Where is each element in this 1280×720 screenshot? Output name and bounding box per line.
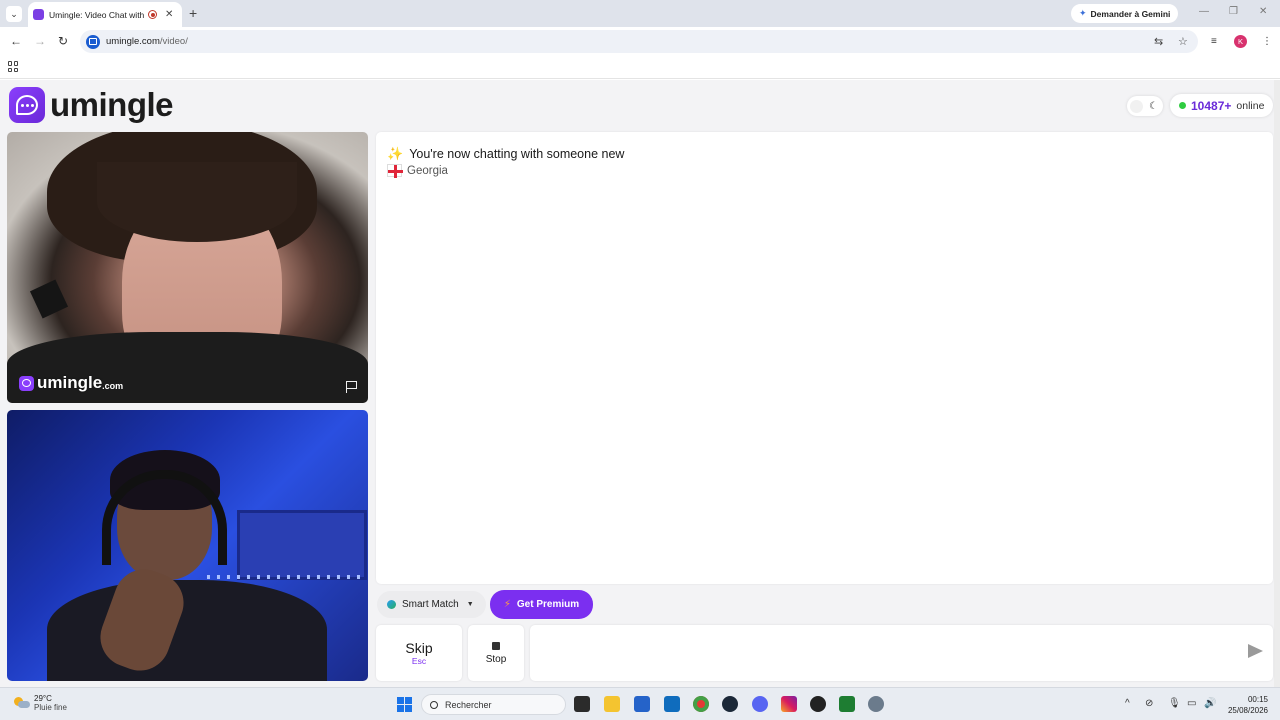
- weather-condition: Pluie fine: [34, 703, 67, 712]
- browser-tab-umingle[interactable]: Umingle: Video Chat with S ✕: [28, 2, 182, 27]
- settings-gear-icon[interactable]: [868, 696, 884, 712]
- reload-icon[interactable]: ↻: [58, 34, 68, 48]
- message-input[interactable]: [540, 643, 1230, 663]
- window-close-icon[interactable]: ✕: [1259, 6, 1267, 17]
- sparkles-icon: ✨: [387, 146, 404, 161]
- weather-icon: [14, 696, 30, 710]
- apps-grid-icon[interactable]: [8, 61, 19, 72]
- gemini-sparkle-icon: ✦: [1079, 8, 1087, 18]
- microphone-icon[interactable]: 🎙: [1168, 698, 1181, 709]
- bookmark-star-icon[interactable]: ☆: [1178, 35, 1188, 48]
- address-bar[interactable]: umingle.com/video/ ⇆ ☆: [80, 30, 1198, 53]
- stranger-video: umingle .com: [7, 132, 368, 403]
- temperature: 29°C: [34, 694, 52, 703]
- restore-icon[interactable]: ❐: [1229, 6, 1238, 17]
- smart-match-label: Smart Match: [402, 599, 459, 610]
- task-view-icon[interactable]: [574, 696, 590, 712]
- network-off-icon[interactable]: ⊘: [1145, 698, 1153, 709]
- translate-icon[interactable]: ⇆: [1154, 35, 1163, 48]
- windows-start-icon[interactable]: [397, 697, 412, 712]
- system-clock[interactable]: 00:15 25/08/2026: [1224, 694, 1268, 716]
- send-icon[interactable]: [1248, 644, 1263, 658]
- volume-icon[interactable]: 🔊: [1204, 698, 1216, 709]
- message-composer: [530, 625, 1273, 681]
- logo-text: umingle: [50, 86, 174, 123]
- stranger-country: Georgia: [387, 164, 448, 178]
- terminal-icon[interactable]: [839, 696, 855, 712]
- tab-title: Umingle: Video Chat with S: [49, 9, 145, 20]
- minimize-icon[interactable]: —: [1199, 6, 1209, 17]
- moon-icon: ☾: [1149, 100, 1158, 112]
- file-explorer-icon[interactable]: [604, 696, 620, 712]
- umingle-watermark-icon: [19, 375, 34, 391]
- dark-mode-toggle[interactable]: ☾: [1127, 96, 1163, 116]
- online-counter: 10487+ online: [1170, 94, 1274, 117]
- stop-button[interactable]: Stop: [468, 625, 524, 681]
- page-scrollbar[interactable]: [1274, 80, 1280, 687]
- tray-chevron-up-icon[interactable]: ^: [1125, 698, 1130, 709]
- get-premium-button[interactable]: ⚡ Get Premium: [490, 590, 593, 619]
- skip-shortcut: Esc: [411, 656, 427, 666]
- premium-label: Get Premium: [516, 599, 580, 610]
- more-menu-icon[interactable]: ⋮: [1262, 36, 1272, 47]
- search-placeholder: Rechercher: [445, 699, 492, 710]
- online-status-icon: [1179, 102, 1186, 109]
- display-icon[interactable]: ▭: [1187, 698, 1196, 709]
- system-message: ✨ You're now chatting with someone new: [387, 146, 624, 162]
- discord-icon[interactable]: [752, 696, 768, 712]
- smart-match-dropdown[interactable]: Smart Match ▼: [377, 591, 486, 618]
- app-icon[interactable]: [810, 696, 826, 712]
- stop-label: Stop: [485, 653, 507, 665]
- store-icon[interactable]: [634, 696, 650, 712]
- skip-button[interactable]: Skip Esc: [376, 625, 462, 681]
- skip-label: Skip: [405, 640, 433, 656]
- chat-panel: ✨ You're now chatting with someone new G…: [376, 132, 1273, 584]
- search-icon: [430, 700, 438, 709]
- clock-time: 00:15: [1247, 695, 1268, 704]
- country-name: Georgia: [407, 164, 448, 177]
- back-icon[interactable]: ←: [10, 34, 22, 48]
- toggle-knob: [1130, 99, 1143, 113]
- umingle-favicon-icon: [33, 9, 44, 20]
- clock-date: 25/08/2026: [1227, 706, 1268, 715]
- caret-down-icon: ▼: [466, 601, 474, 608]
- chat-bubble-logo-icon: [9, 87, 45, 123]
- bookmarks-bar: [0, 56, 1280, 79]
- online-count: 10487+: [1191, 98, 1232, 113]
- umingle-page: umingle ☾ 10487+ online umingle .com ✨ Y…: [0, 80, 1280, 687]
- profile-avatar[interactable]: K: [1234, 35, 1247, 48]
- taskbar-search[interactable]: Rechercher: [421, 694, 566, 715]
- georgia-flag-icon: [387, 164, 403, 178]
- umingle-logo[interactable]: umingle: [9, 86, 174, 124]
- stop-icon: [492, 641, 500, 650]
- recording-icon: [148, 10, 157, 19]
- gemini-label: Demander à Gemini: [1090, 8, 1171, 19]
- weather-widget[interactable]: 29°C Pluie fine: [14, 694, 67, 712]
- instagram-icon[interactable]: [781, 696, 797, 712]
- new-tab-button[interactable]: +: [189, 5, 197, 21]
- video-watermark: umingle .com: [19, 373, 123, 393]
- windows-taskbar: 29°C Pluie fine Rechercher ^ ⊘ 🎙 ▭ 🔊 00:…: [0, 687, 1280, 720]
- browser-tabstrip: ⌄ Umingle: Video Chat with S ✕ + ✦ Deman…: [0, 0, 1280, 27]
- outlook-icon[interactable]: [664, 696, 680, 712]
- site-info-icon[interactable]: [86, 34, 100, 49]
- self-video: [7, 410, 368, 681]
- tab-search-icon[interactable]: ⌄: [6, 6, 22, 22]
- url-text: umingle.com/video/: [106, 36, 188, 47]
- online-label: online: [1236, 99, 1265, 112]
- ask-gemini-button[interactable]: ✦ Demander à Gemini: [1071, 4, 1179, 23]
- globe-icon: [387, 600, 396, 609]
- report-flag-icon[interactable]: [346, 381, 358, 393]
- steam-icon[interactable]: [722, 696, 738, 712]
- chat-status-text: You're now chatting with someone new: [409, 147, 625, 161]
- bolt-icon: ⚡: [503, 599, 511, 610]
- browser-toolbar: ← → ↻ umingle.com/video/ ⇆ ☆ ≡ K ⋮: [0, 27, 1280, 56]
- reading-list-icon[interactable]: ≡: [1211, 36, 1217, 47]
- tab-close-icon[interactable]: ✕: [165, 9, 173, 20]
- chrome-icon[interactable]: [693, 696, 709, 712]
- forward-icon[interactable]: →: [34, 34, 46, 48]
